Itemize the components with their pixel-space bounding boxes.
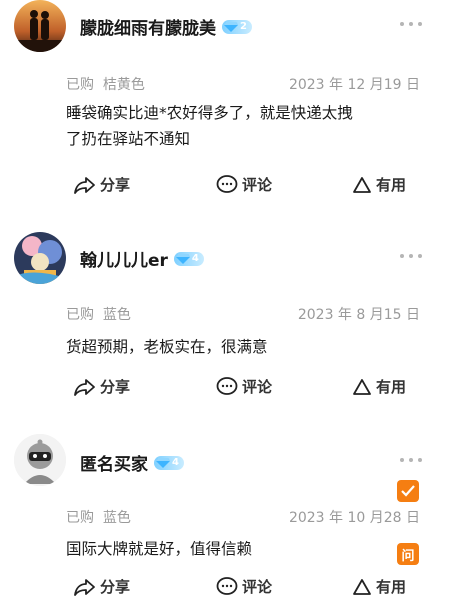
more-icon[interactable] <box>400 22 422 28</box>
checkmark-button[interactable] <box>397 480 419 502</box>
thumbs-up-icon <box>353 578 371 595</box>
review-date: 2023 年 10 月28 日 <box>288 510 420 526</box>
share-icon <box>74 378 95 396</box>
purchase-meta: 已购 桔黄色 2023 年 12 月19 日 <box>66 74 420 94</box>
comment-button[interactable]: 评论 <box>216 174 272 195</box>
comment-icon <box>216 174 238 193</box>
purchase-meta: 已购 蓝色 2023 年 8 月15 日 <box>66 304 420 324</box>
vip-level-badge: 4 <box>154 455 184 470</box>
review-date: 2023 年 12 月19 日 <box>288 77 420 93</box>
comment-icon <box>216 576 238 595</box>
thumbs-up-icon <box>353 378 371 395</box>
vip-level-badge: 4 <box>173 251 204 266</box>
vip-level-badge: 2 <box>222 19 252 34</box>
review-date: 2023 年 8 月15 日 <box>297 307 420 323</box>
share-icon <box>74 578 95 596</box>
username[interactable]: 匿名买家 4 <box>80 450 184 475</box>
diamond-icon <box>156 457 170 468</box>
ask-button[interactable]: 问 <box>397 543 419 565</box>
more-icon[interactable] <box>400 458 422 464</box>
purchase-meta: 已购 蓝色 2023 年 10 月28 日 <box>66 507 420 527</box>
share-button[interactable]: 分享 <box>74 576 130 597</box>
share-button[interactable]: 分享 <box>74 174 130 195</box>
helpful-button[interactable]: 有用 <box>352 576 406 597</box>
avatar[interactable] <box>14 232 66 284</box>
helpful-button[interactable]: 有用 <box>352 376 406 397</box>
username[interactable]: 朦胧细雨有朦胧美 2 <box>80 14 252 39</box>
helpful-button[interactable]: 有用 <box>352 174 406 195</box>
avatar[interactable] <box>14 0 66 52</box>
comment-button[interactable]: 评论 <box>216 376 272 397</box>
share-icon <box>74 176 95 194</box>
diamond-icon <box>175 253 190 264</box>
review-text: 货超预期，老板实在，很满意 <box>66 338 268 356</box>
checkmark-icon <box>401 485 415 497</box>
share-button[interactable]: 分享 <box>74 376 130 397</box>
review-text: 国际大牌就是好，值得信赖 <box>66 540 253 558</box>
username[interactable]: 翰儿儿儿er 4 <box>80 246 204 271</box>
more-icon[interactable] <box>400 254 422 260</box>
thumbs-up-icon <box>353 176 371 193</box>
comment-button[interactable]: 评论 <box>216 576 272 597</box>
review-text: 睡袋确实比迪*农好得多了，就是快递太拽 了扔在驿站不通知 <box>66 104 353 148</box>
avatar[interactable] <box>14 434 66 486</box>
comment-icon <box>216 376 238 395</box>
diamond-icon <box>224 21 238 32</box>
